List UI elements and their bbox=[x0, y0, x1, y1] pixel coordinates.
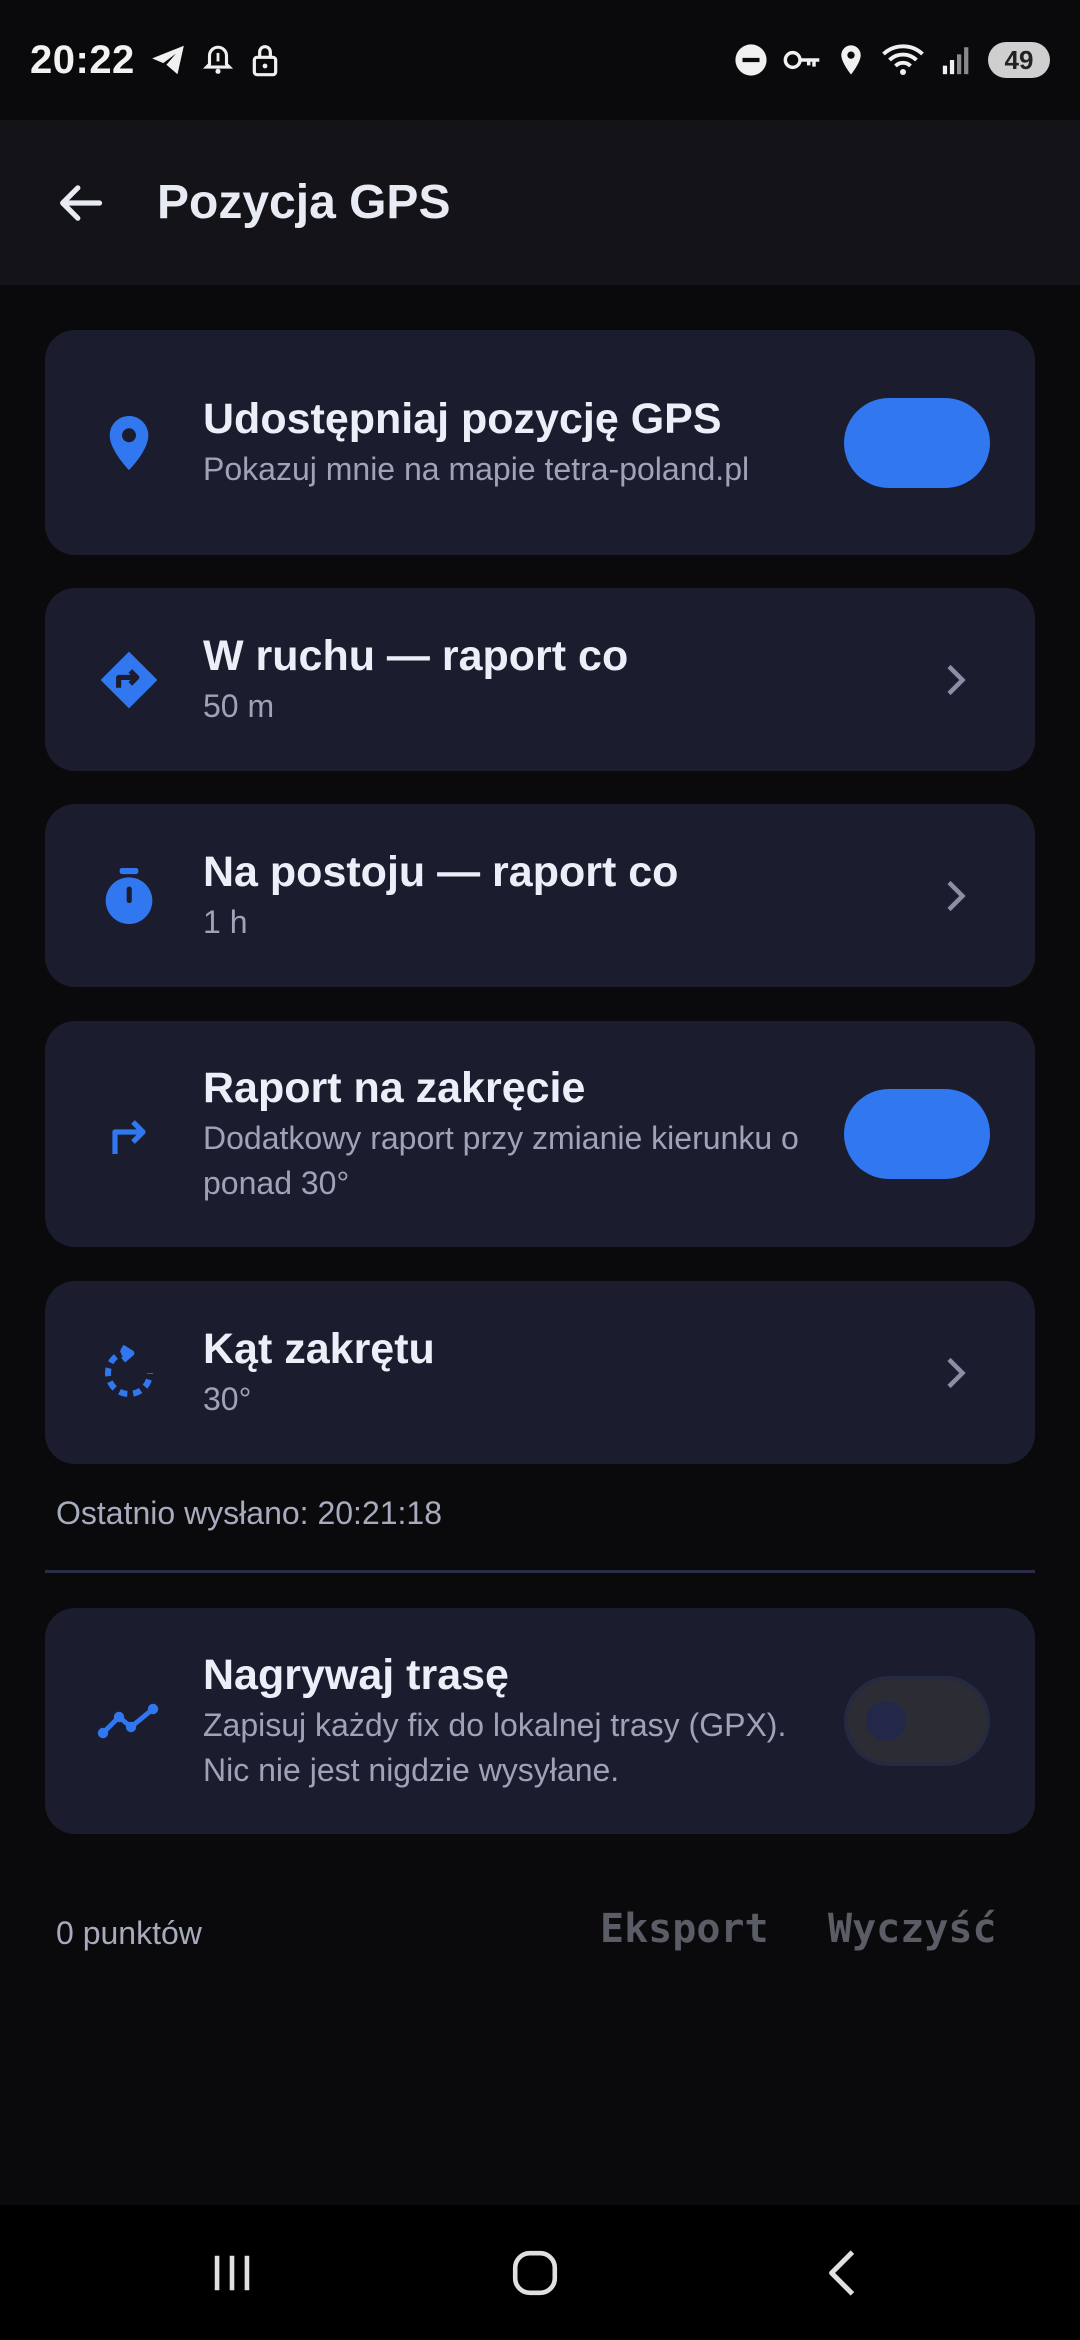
turn-angle-title: Kąt zakrętu bbox=[203, 1325, 435, 1373]
stationary-interval-card[interactable]: Na postoju — raport co 1 h bbox=[45, 804, 1035, 987]
section-divider bbox=[45, 1570, 1035, 1573]
back-nav-button[interactable] bbox=[812, 2243, 872, 2303]
dnd-icon bbox=[734, 43, 768, 77]
route-trend-icon bbox=[95, 1687, 163, 1755]
wifi-icon bbox=[880, 42, 926, 78]
record-track-subtitle-line1: Zapisuj każdy fix do lokalnej trasy (GPX… bbox=[203, 1707, 787, 1743]
record-track-subtitle: Zapisuj każdy fix do lokalnej trasy (GPX… bbox=[203, 1703, 820, 1793]
moving-interval-card[interactable]: W ruchu — raport co 50 m bbox=[45, 588, 1035, 771]
turn-angle-card[interactable]: Kąt zakrętu 30° bbox=[45, 1281, 1035, 1464]
home-icon bbox=[512, 2250, 558, 2296]
share-gps-texts: Udostępniaj pozycję GPS Pokazuj mnie na … bbox=[203, 393, 805, 492]
timer-icon bbox=[95, 862, 163, 930]
status-right: 49 bbox=[734, 42, 1050, 78]
status-time: 20:22 bbox=[30, 37, 135, 82]
location-icon bbox=[836, 43, 866, 77]
record-track-texts: Nagrywaj trasę Zapisuj każdy fix do loka… bbox=[203, 1649, 820, 1793]
record-track-subtitle-line2: Nic nie jest nigdzie wysyłane. bbox=[203, 1752, 620, 1788]
rotate-icon bbox=[95, 1339, 163, 1407]
status-bar: 20:22 49 bbox=[0, 0, 1080, 120]
export-button[interactable]: Eksport bbox=[600, 1906, 769, 1952]
moving-interval-value: 50 m bbox=[203, 688, 275, 724]
record-track-card[interactable]: Nagrywaj trasę Zapisuj każdy fix do loka… bbox=[45, 1608, 1035, 1834]
telegram-icon bbox=[149, 41, 187, 79]
lock-icon bbox=[249, 42, 281, 78]
alarm-icon bbox=[201, 43, 235, 77]
moving-interval-texts: W ruchu — raport co 50 m bbox=[203, 630, 805, 729]
recents-button[interactable] bbox=[202, 2243, 262, 2303]
turn-right-icon bbox=[95, 1100, 163, 1168]
turn-report-toggle[interactable] bbox=[844, 1089, 990, 1179]
arrow-back-icon bbox=[60, 184, 103, 221]
chevron-right-icon bbox=[935, 876, 975, 916]
key-icon bbox=[782, 43, 822, 77]
stationary-interval-value: 1 h bbox=[203, 904, 248, 940]
share-gps-toggle[interactable] bbox=[844, 397, 990, 488]
clear-button[interactable]: Wyczyść bbox=[828, 1906, 997, 1952]
turn-angle-texts: Kąt zakrętu 30° bbox=[203, 1323, 805, 1422]
battery-indicator: 49 bbox=[988, 42, 1050, 78]
signal-icon bbox=[940, 43, 974, 77]
directions-icon bbox=[95, 646, 163, 714]
turn-report-subtitle: Dodatkowy raport przy zmianie kierunku o… bbox=[203, 1116, 825, 1206]
back-nav-icon bbox=[829, 2250, 855, 2296]
stationary-interval-title: Na postoju — raport co bbox=[203, 848, 679, 896]
location-pin-icon bbox=[95, 409, 163, 477]
turn-report-card[interactable]: Raport na zakręcie Dodatkowy raport przy… bbox=[45, 1021, 1035, 1247]
recents-icon bbox=[214, 2255, 250, 2291]
back-button[interactable] bbox=[45, 168, 115, 238]
turn-angle-value: 30° bbox=[203, 1381, 252, 1417]
turn-report-subtitle-line2: ponad 30° bbox=[203, 1165, 350, 1201]
turn-report-texts: Raport na zakręcie Dodatkowy raport przy… bbox=[203, 1062, 825, 1206]
home-button[interactable] bbox=[505, 2243, 565, 2303]
turn-report-title: Raport na zakręcie bbox=[203, 1064, 586, 1112]
points-count: 0 punktów bbox=[56, 1915, 202, 1951]
share-gps-title: Udostępniaj pozycję GPS bbox=[203, 395, 722, 443]
moving-interval-title: W ruchu — raport co bbox=[203, 632, 629, 680]
record-track-toggle[interactable] bbox=[844, 1676, 990, 1766]
page-title: Pozycja GPS bbox=[157, 176, 451, 229]
toggle-knob bbox=[866, 1701, 906, 1741]
chevron-right-icon bbox=[935, 660, 975, 700]
stationary-interval-texts: Na postoju — raport co 1 h bbox=[203, 846, 805, 945]
app-bar: Pozycja GPS bbox=[0, 120, 1080, 285]
turn-report-subtitle-line1: Dodatkowy raport przy zmianie kierunku o bbox=[203, 1120, 799, 1156]
share-gps-card[interactable]: Udostępniaj pozycję GPS Pokazuj mnie na … bbox=[45, 330, 1035, 555]
chevron-right-icon bbox=[935, 1353, 975, 1393]
share-gps-subtitle: Pokazuj mnie na mapie tetra-poland.pl bbox=[203, 451, 750, 487]
record-track-title: Nagrywaj trasę bbox=[203, 1651, 509, 1699]
last-sent-label: Ostatnio wysłano: 20:21:18 bbox=[56, 1495, 443, 1531]
status-left: 20:22 bbox=[30, 38, 281, 83]
system-nav-bar bbox=[0, 2205, 1080, 2340]
